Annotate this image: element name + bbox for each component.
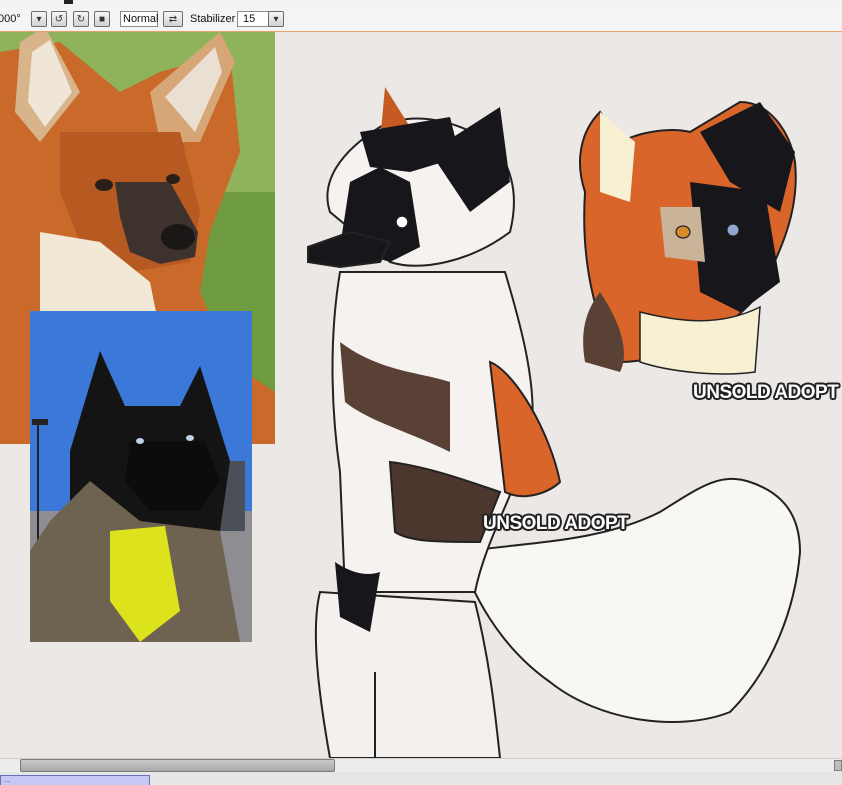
rotate-right-icon: ↻ xyxy=(76,13,86,25)
stabilizer-dropdown-button[interactable]: ▾ xyxy=(268,11,284,27)
menu-fragment xyxy=(64,0,73,4)
rotate-left-button[interactable]: ↺ xyxy=(51,11,67,27)
reference-photo-black-dog xyxy=(30,311,252,642)
flip-horizontal-button[interactable]: ⇄ xyxy=(163,11,183,27)
blend-mode-select[interactable]: Normal xyxy=(120,11,158,27)
title-strip xyxy=(0,0,842,7)
rotation-dropdown-button[interactable]: ▾ xyxy=(31,11,47,27)
document-tab-bar: ... xyxy=(0,772,842,785)
scrollbar-end-button[interactable] xyxy=(834,760,842,771)
canvas-toolbar: 000° ▾ ↺ ↻ ■ Normal ⇄ Stabilizer 15 ▾ xyxy=(0,7,842,32)
unsold-adopt-label-portrait: UNSOLD ADOPT xyxy=(693,382,839,403)
stabilizer-label: Stabilizer xyxy=(190,13,236,25)
chevron-down-icon: ▾ xyxy=(273,13,279,25)
rotate-right-button[interactable]: ↻ xyxy=(73,11,89,27)
horizontal-scrollbar[interactable] xyxy=(0,758,842,772)
rotation-angle-field[interactable]: 000° xyxy=(0,11,28,28)
chevron-down-icon: ▾ xyxy=(36,13,42,25)
reset-view-icon: ■ xyxy=(98,13,106,25)
scrollbar-thumb[interactable] xyxy=(20,759,335,772)
document-tab[interactable]: ... xyxy=(0,775,150,785)
unsold-adopt-label-body: UNSOLD ADOPT xyxy=(483,513,629,534)
character-drawing xyxy=(307,87,802,758)
rotate-left-icon: ↺ xyxy=(54,13,64,25)
reset-view-button[interactable]: ■ xyxy=(94,11,110,27)
stabilizer-input[interactable]: 15 xyxy=(237,11,269,27)
drawing-canvas[interactable]: UNSOLD ADOPT UNSOLD ADOPT xyxy=(0,32,842,758)
flip-horizontal-icon: ⇄ xyxy=(168,13,178,25)
